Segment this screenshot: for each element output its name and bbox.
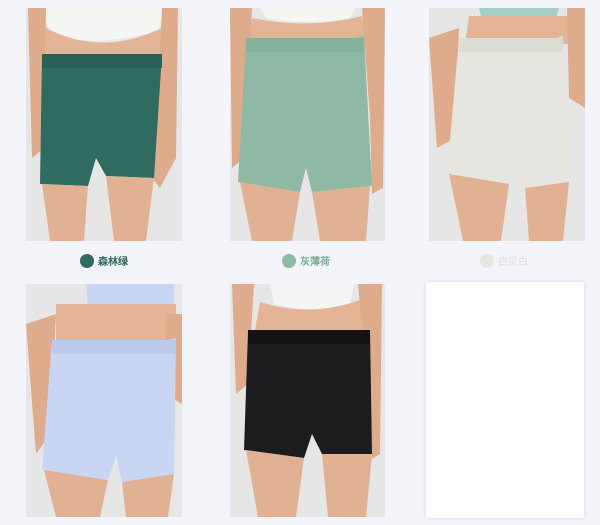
color-option-gray-mint[interactable]: 灰薄荷 [282, 253, 330, 268]
shorts-photo-ivory-white [429, 8, 585, 241]
product-image-black[interactable] [230, 284, 385, 517]
color-swatch [480, 253, 494, 268]
shorts-photo-light-blue [26, 284, 182, 517]
color-name: 灰薄荷 [300, 257, 330, 268]
product-image-light-blue[interactable] [26, 284, 182, 517]
color-swatch [282, 253, 296, 268]
product-image-forest-green[interactable] [26, 8, 182, 241]
color-option-forest-green[interactable]: 森林绿 [80, 253, 128, 268]
shorts-photo-black [230, 284, 385, 517]
shorts-photo-gray-mint [230, 8, 385, 241]
color-name: 森林绿 [98, 257, 128, 268]
product-image-ivory-white[interactable] [429, 8, 585, 241]
color-option-ivory-white[interactable]: 白贝白 [480, 253, 528, 268]
color-swatch [80, 253, 94, 268]
shorts-photo-forest-green [26, 8, 182, 241]
empty-product-slot [426, 282, 584, 518]
color-name: 白贝白 [498, 257, 528, 268]
product-image-gray-mint[interactable] [230, 8, 385, 241]
